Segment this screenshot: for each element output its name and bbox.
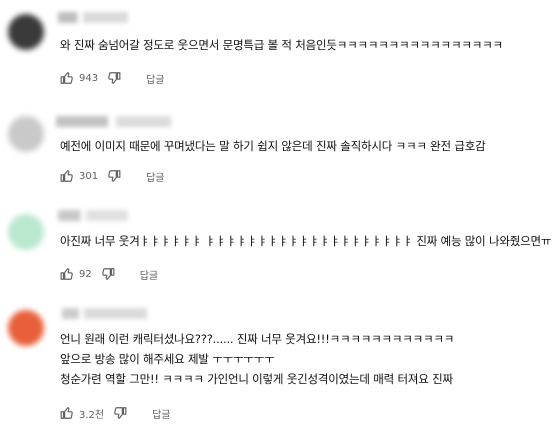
comment-item: 아진짜 너무 웃겨ㅑㅑㅑㅑㅑㅑ ㅑㅑㅑㅑㅑㅑㅑㅑㅑㅑㅑㅑㅑㅑㅑㅑㅑㅑㅑㅑ 진짜 …: [0, 192, 559, 290]
comment-actions: 301 답글: [60, 168, 165, 184]
author-name[interactable]: [58, 210, 128, 221]
avatar[interactable]: [8, 116, 44, 152]
like-count: 301: [79, 170, 99, 182]
comment-text-line: 언니 원래 이런 캐릭터셨나요???...... 진짜 너무 웃겨요!!!ㅋㅋㅋ…: [60, 332, 455, 346]
avatar[interactable]: [8, 310, 44, 346]
author-name[interactable]: [62, 308, 147, 319]
comment-actions: 943 답글: [60, 70, 165, 86]
thumbs-down-icon[interactable]: [101, 267, 115, 281]
comment-text: 와 진짜 숨넘어갈 정도로 웃으면서 문명특급 볼 적 처음인듯ㅋㅋㅋㅋㅋㅋㅋㅋ…: [60, 38, 503, 52]
avatar[interactable]: [8, 14, 44, 50]
like-count: 92: [79, 268, 92, 280]
avatar[interactable]: [8, 214, 44, 250]
comment-item: 언니 원래 이런 캐릭터셨나요???...... 진짜 너무 웃겨요!!!ㅋㅋㅋ…: [0, 290, 559, 435]
thumbs-up-icon[interactable]: [60, 267, 74, 281]
comment-text: 아진짜 너무 웃겨ㅑㅑㅑㅑㅑㅑ ㅑㅑㅑㅑㅑㅑㅑㅑㅑㅑㅑㅑㅑㅑㅑㅑㅑㅑㅑㅑ 진짜 …: [60, 234, 552, 248]
thumbs-up-icon[interactable]: [60, 406, 74, 420]
thumbs-up-icon[interactable]: [60, 169, 74, 183]
comment-text: 예전에 이미지 때문에 꾸며냈다는 말 하기 쉽지 않은데 진짜 솔직하시다 ㅋ…: [60, 139, 486, 153]
reply-button[interactable]: 답글: [152, 406, 170, 421]
like-count: 3.2천: [79, 409, 105, 421]
comment-text-line: 청순가련 역할 그만!! ㅋㅋㅋㅋ 가인언니 이렇게 웃긴성격이였는데 매력 터…: [60, 372, 453, 386]
reply-button[interactable]: 답글: [140, 267, 158, 282]
reply-button[interactable]: 답글: [146, 169, 164, 184]
comment-item: 예전에 이미지 때문에 꾸며냈다는 말 하기 쉽지 않은데 진짜 솔직하시다 ㅋ…: [0, 100, 559, 192]
author-name[interactable]: [58, 12, 128, 23]
comment-item: 와 진짜 숨넘어갈 정도로 웃으면서 문명특급 볼 적 처음인듯ㅋㅋㅋㅋㅋㅋㅋㅋ…: [0, 0, 559, 100]
reply-button[interactable]: 답글: [146, 71, 164, 86]
author-name[interactable]: [56, 116, 171, 127]
comment-actions: 3.2천 답글: [60, 405, 171, 421]
comment-text-line: 앞으로 방송 많이 해주세요 제발 ㅜㅜㅜㅜㅜㅜ: [60, 352, 275, 366]
thumbs-down-icon[interactable]: [107, 71, 121, 85]
comment-actions: 92 답글: [60, 266, 158, 282]
thumbs-down-icon[interactable]: [107, 169, 121, 183]
thumbs-up-icon[interactable]: [60, 71, 74, 85]
like-count: 943: [79, 72, 99, 84]
thumbs-down-icon[interactable]: [113, 406, 127, 420]
